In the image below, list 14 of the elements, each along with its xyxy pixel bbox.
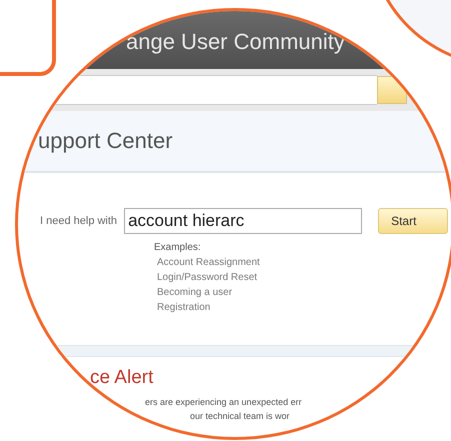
section-title: upport Center bbox=[38, 128, 173, 154]
example-link[interactable]: Registration bbox=[157, 302, 451, 313]
site-title: ange User Community bbox=[126, 29, 345, 55]
help-label: I need help with bbox=[40, 215, 118, 227]
alert-text: our technical team is wor bbox=[190, 411, 290, 421]
examples-label: Examples: bbox=[154, 242, 202, 253]
search-button[interactable] bbox=[377, 76, 407, 104]
example-link[interactable]: Login/Password Reset bbox=[157, 272, 451, 283]
alert-text: ers are experiencing an unexpected err bbox=[145, 397, 302, 407]
help-input-field[interactable]: account hierarc bbox=[124, 208, 362, 234]
start-button[interactable]: Start bbox=[378, 208, 448, 234]
example-link[interactable]: Account Reassignment bbox=[157, 257, 451, 268]
alert-title: ce Alert bbox=[90, 367, 154, 389]
example-link[interactable]: Becoming a user bbox=[157, 287, 451, 298]
